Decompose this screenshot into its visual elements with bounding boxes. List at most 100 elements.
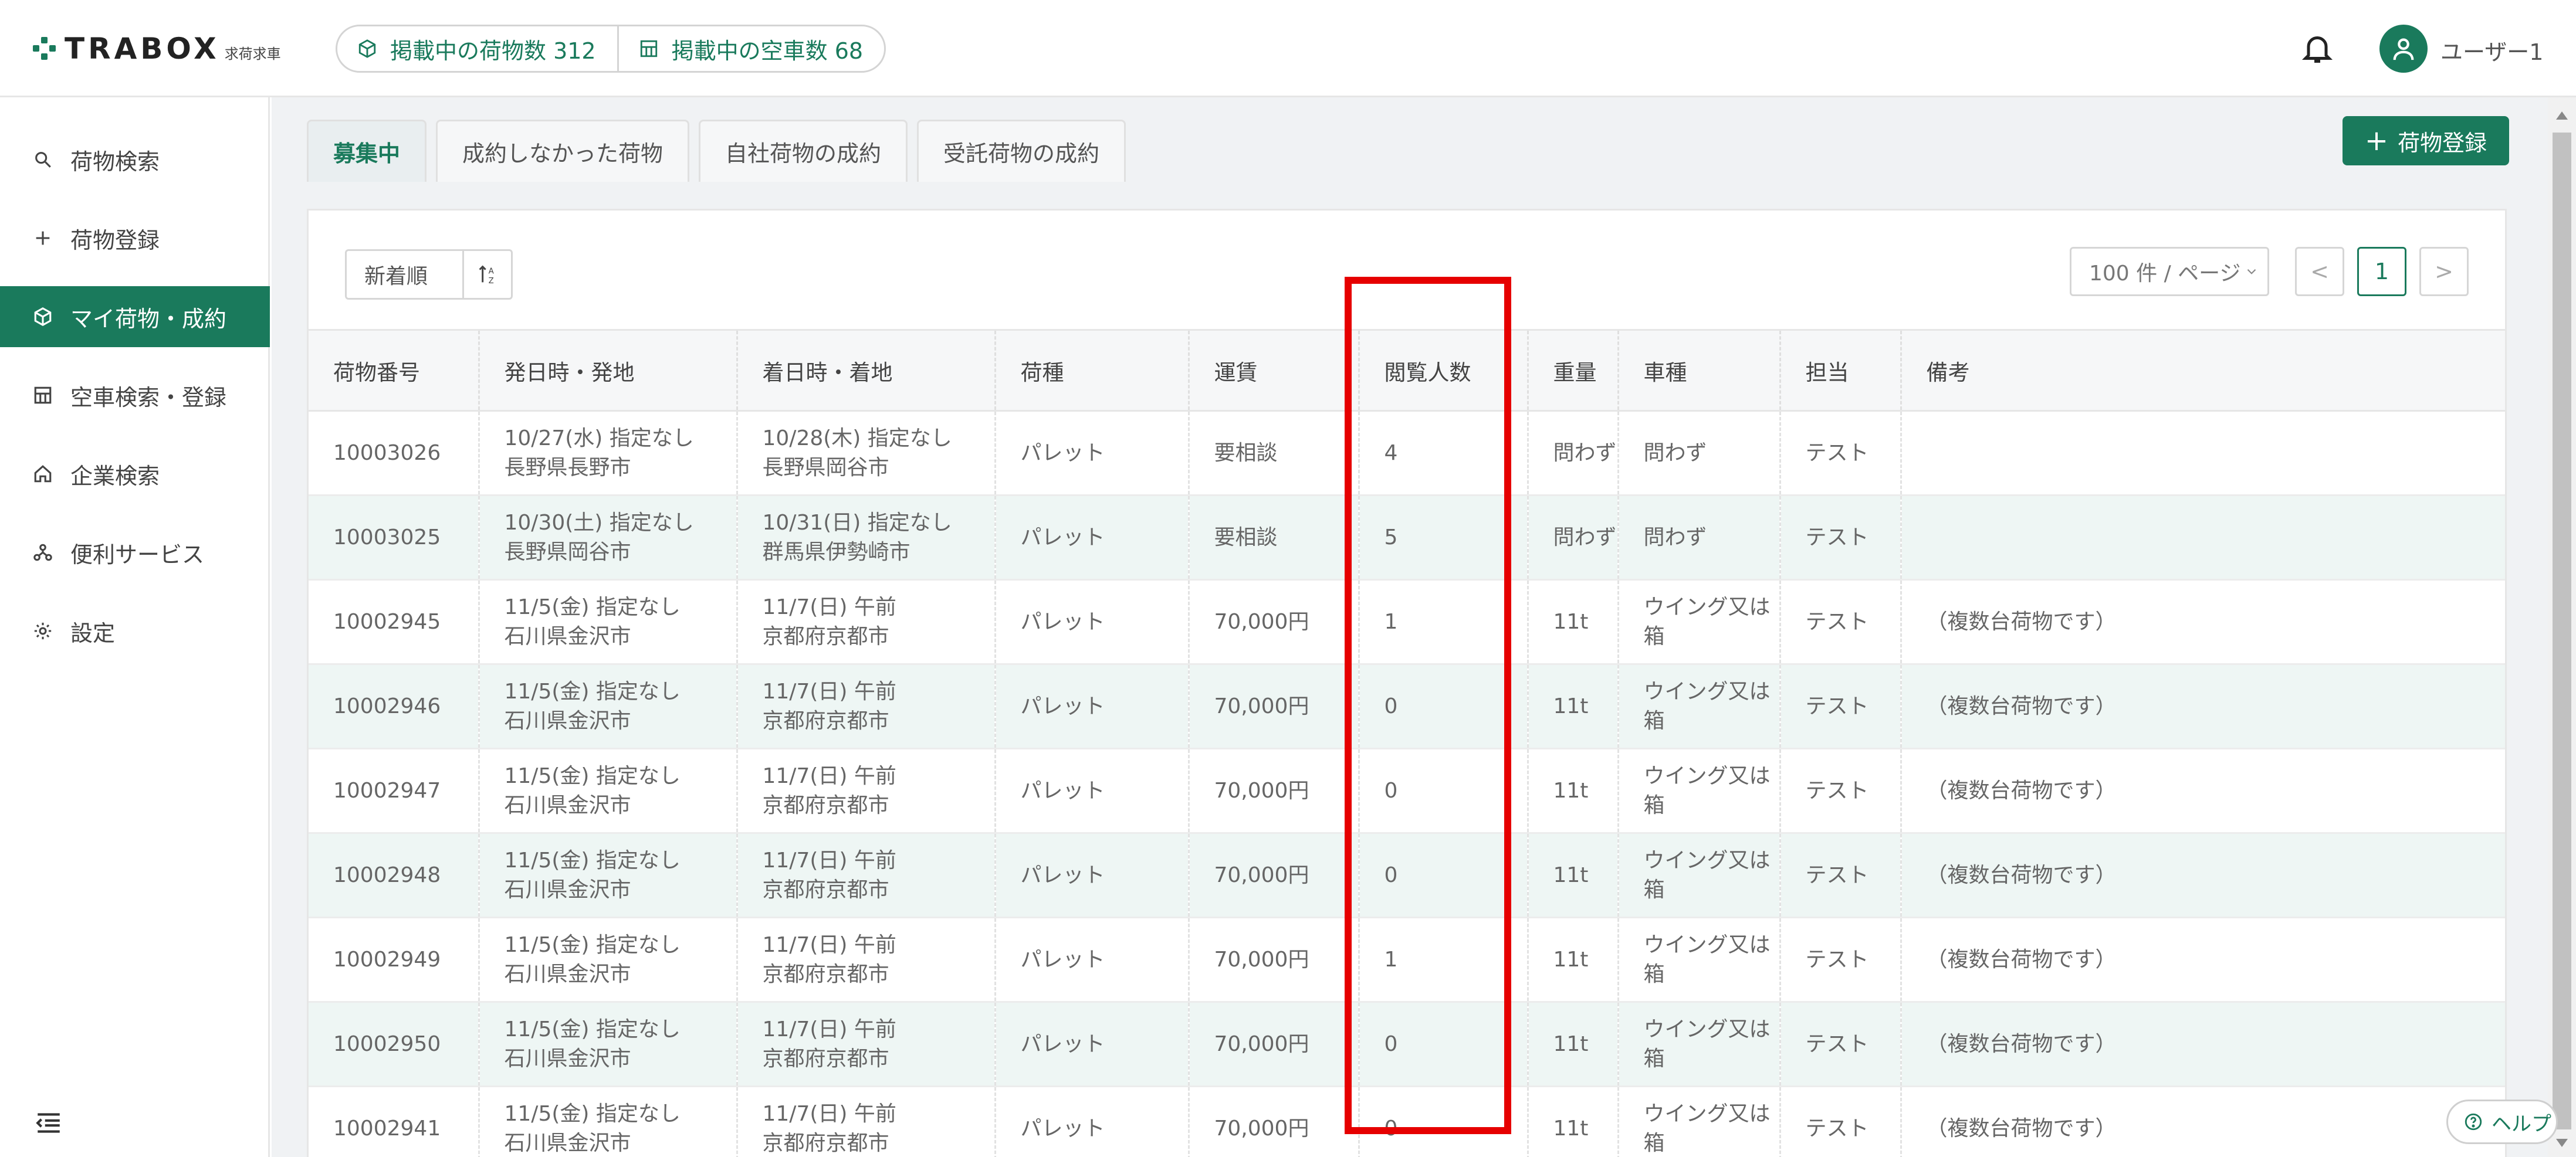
vehicle-type-cell: ウイング又は箱 bbox=[1618, 917, 1781, 1003]
weight-cell: 11t bbox=[1528, 1086, 1619, 1157]
column-header[interactable]: 運賃 bbox=[1189, 329, 1360, 412]
sort-control[interactable]: 新着順 AZ bbox=[345, 249, 513, 300]
fare-text: 70,000円 bbox=[1214, 1116, 1309, 1141]
sidebar-item-vehicle-search[interactable]: 空車検索・登録 bbox=[0, 365, 270, 426]
departure-text: 長野県岡谷市 bbox=[504, 540, 631, 564]
search-icon bbox=[35, 152, 51, 168]
note-cell: （複数台荷物です） bbox=[1901, 917, 2505, 1003]
cargo-count[interactable]: 掲載中の荷物数 312 bbox=[337, 26, 617, 71]
next-page-button[interactable]: > bbox=[2419, 247, 2469, 296]
register-cargo-button[interactable]: + 荷物登録 bbox=[2343, 116, 2509, 165]
arrival-text: 京都府京都市 bbox=[762, 793, 889, 817]
vehicle-count-label: 掲載中の空車数 68 bbox=[671, 38, 864, 64]
vehicle-type-text: 問わず bbox=[1643, 525, 1707, 549]
column-header[interactable]: 備考 bbox=[1901, 329, 2505, 412]
sidebar-item-my-cargo[interactable]: マイ荷物・成約 bbox=[0, 286, 270, 347]
vehicle-type-text: ウイング又は箱 bbox=[1643, 932, 1771, 986]
user-name[interactable]: ユーザー1 bbox=[2440, 34, 2543, 66]
arrival-text: 11/7(日) 午前 bbox=[762, 848, 896, 873]
weight-cell: 11t bbox=[1528, 917, 1619, 1003]
cargo-type-cell: パレット bbox=[995, 1086, 1190, 1157]
note-text: （複数台荷物です） bbox=[1926, 609, 2117, 634]
scroll-down-icon[interactable] bbox=[2556, 1139, 2568, 1147]
arrival-text: 11/7(日) 午前 bbox=[762, 1101, 896, 1126]
scroll-thumb[interactable] bbox=[2553, 133, 2571, 1129]
arrival-cell: 10/28(木) 指定なし 長野県岡谷市 bbox=[737, 410, 996, 496]
vehicle-type-cell: ウイング又は箱 bbox=[1618, 1086, 1781, 1157]
person-in-charge-cell: テスト bbox=[1780, 1002, 1902, 1087]
fare-cell: 70,000円 bbox=[1189, 917, 1360, 1003]
cargo-id-text: 10002946 bbox=[333, 694, 441, 718]
departure-text: 10/27(水) 指定なし bbox=[504, 426, 694, 450]
fare-cell: 70,000円 bbox=[1189, 579, 1360, 665]
column-header[interactable]: 着日時・着地 bbox=[737, 329, 996, 412]
departure-text: 10/30(土) 指定なし bbox=[504, 510, 694, 535]
cargo-id-cell: 10002948 bbox=[309, 833, 480, 918]
help-button[interactable]: ヘルプ bbox=[2446, 1100, 2558, 1144]
arrival-cell: 11/7(日) 午前 京都府京都市 bbox=[737, 1002, 996, 1087]
sidebar-item-settings[interactable]: 設定 bbox=[0, 600, 270, 661]
fare-text: 70,000円 bbox=[1214, 609, 1309, 634]
tab-own-contracts[interactable]: 自社荷物の成約 bbox=[699, 120, 908, 182]
sidebar-item-services[interactable]: 便利サービス bbox=[0, 522, 270, 583]
column-header[interactable]: 重量 bbox=[1528, 329, 1619, 412]
fare-cell: 70,000円 bbox=[1189, 664, 1360, 749]
cargo-id-cell: 10002949 bbox=[309, 917, 480, 1003]
bell-icon[interactable] bbox=[2300, 30, 2335, 66]
departure-cell: 11/5(金) 指定なし 石川県金沢市 bbox=[479, 579, 738, 665]
fare-cell: 要相談 bbox=[1189, 495, 1360, 581]
note-text: （複数台荷物です） bbox=[1926, 863, 2117, 887]
note-cell: （複数台荷物です） bbox=[1901, 664, 2505, 749]
weight-text: 11t bbox=[1553, 778, 1589, 803]
sort-order-icon[interactable]: AZ bbox=[464, 251, 511, 298]
note-text: （複数台荷物です） bbox=[1926, 947, 2117, 972]
person-in-charge-text: テスト bbox=[1805, 947, 1869, 972]
views-column-highlight bbox=[1345, 277, 1511, 1134]
weight-text: 問わず bbox=[1553, 525, 1617, 549]
person-in-charge-cell: テスト bbox=[1780, 410, 1902, 496]
vehicle-type-text: ウイング又は箱 bbox=[1643, 1101, 1771, 1155]
logo[interactable]: TRABOX 求荷求車 bbox=[33, 30, 281, 67]
column-header[interactable]: 車種 bbox=[1618, 329, 1781, 412]
page-1-button[interactable]: 1 bbox=[2357, 247, 2406, 296]
listing-counts: 掲載中の荷物数 312 掲載中の空車数 68 bbox=[336, 25, 886, 73]
menu-collapse-icon[interactable] bbox=[34, 1108, 63, 1138]
scrollbar[interactable] bbox=[2548, 97, 2576, 1157]
column-header[interactable]: 発日時・発地 bbox=[479, 329, 738, 412]
cargo-type-cell: パレット bbox=[995, 833, 1190, 918]
scroll-up-icon[interactable] bbox=[2556, 111, 2568, 120]
cargo-type-text: パレット bbox=[1020, 947, 1105, 972]
sort-select[interactable]: 新着順 bbox=[347, 251, 464, 298]
avatar[interactable] bbox=[2379, 25, 2428, 73]
departure-text: 石川県金沢市 bbox=[504, 962, 631, 986]
column-header[interactable]: 担当 bbox=[1780, 329, 1902, 412]
column-header[interactable]: 荷種 bbox=[995, 329, 1190, 412]
cargo-type-text: パレット bbox=[1020, 1032, 1105, 1056]
tab-not-contracted[interactable]: 成約しなかった荷物 bbox=[436, 120, 690, 182]
column-header[interactable]: 荷物番号 bbox=[309, 329, 480, 412]
arrival-cell: 10/31(日) 指定なし 群馬県伊勢崎市 bbox=[737, 495, 996, 581]
tab-recruiting[interactable]: 募集中 bbox=[307, 120, 427, 182]
arrival-text: 11/7(日) 午前 bbox=[762, 595, 896, 619]
person-in-charge-cell: テスト bbox=[1780, 495, 1902, 581]
sidebar-item-company-search[interactable]: 企業検索 bbox=[0, 443, 270, 504]
weight-text: 11t bbox=[1553, 1032, 1589, 1056]
sidebar-item-label: 荷物検索 bbox=[70, 148, 160, 175]
sidebar-item-cargo-search[interactable]: 荷物検索 bbox=[0, 129, 270, 190]
weight-text: 問わず bbox=[1553, 440, 1617, 465]
cargo-id-cell: 10002945 bbox=[309, 579, 480, 665]
cargo-id-text: 10002949 bbox=[333, 947, 441, 972]
prev-page-button[interactable]: < bbox=[2295, 247, 2344, 296]
truck-icon bbox=[640, 40, 657, 57]
vehicle-count[interactable]: 掲載中の空車数 68 bbox=[617, 26, 884, 71]
page-size-select[interactable]: 100 件 / ページ bbox=[2070, 247, 2269, 296]
person-in-charge-cell: テスト bbox=[1780, 833, 1902, 918]
tab-consigned-contracts[interactable]: 受託荷物の成約 bbox=[917, 120, 1126, 182]
chevron-down-icon bbox=[2247, 269, 2256, 274]
person-in-charge-text: テスト bbox=[1805, 609, 1869, 634]
help-label: ヘルプ bbox=[2492, 1112, 2551, 1136]
sidebar-item-cargo-register[interactable]: 荷物登録 bbox=[0, 208, 270, 269]
weight-cell: 11t bbox=[1528, 748, 1619, 834]
arrival-text: 京都府京都市 bbox=[762, 877, 889, 902]
arrival-text: 京都府京都市 bbox=[762, 1131, 889, 1155]
